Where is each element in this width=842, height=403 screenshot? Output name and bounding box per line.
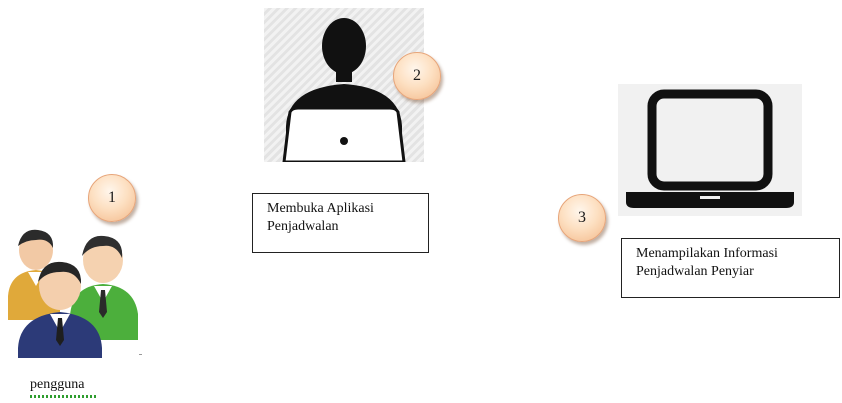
spellcheck-underline <box>30 395 96 398</box>
step-number-1: 1 <box>108 189 116 206</box>
step-3-description-box: Menampilakan Informasi Penjadwalan Penyi… <box>621 238 840 298</box>
step-number-badge-1: 1 <box>88 174 136 222</box>
step-number-3: 3 <box>578 209 586 226</box>
step-3-line-2: Penjadwalan Penyiar <box>636 264 754 279</box>
step-3-line-1: Menampilakan Informasi <box>636 246 778 261</box>
step-number-badge-2: 2 <box>393 52 441 100</box>
users-caption: pengguna <box>30 377 85 392</box>
divider-dot <box>139 354 142 355</box>
step-number-2: 2 <box>413 67 421 84</box>
step-2-description-box: Membuka Aplikasi Penjadwalan <box>252 193 429 253</box>
users-group-icon <box>8 228 140 358</box>
laptop-icon <box>618 84 802 216</box>
step-2-line-1: Membuka Aplikasi <box>267 201 374 216</box>
step-2-line-2: Penjadwalan <box>267 219 339 234</box>
step-number-badge-3: 3 <box>558 194 606 242</box>
